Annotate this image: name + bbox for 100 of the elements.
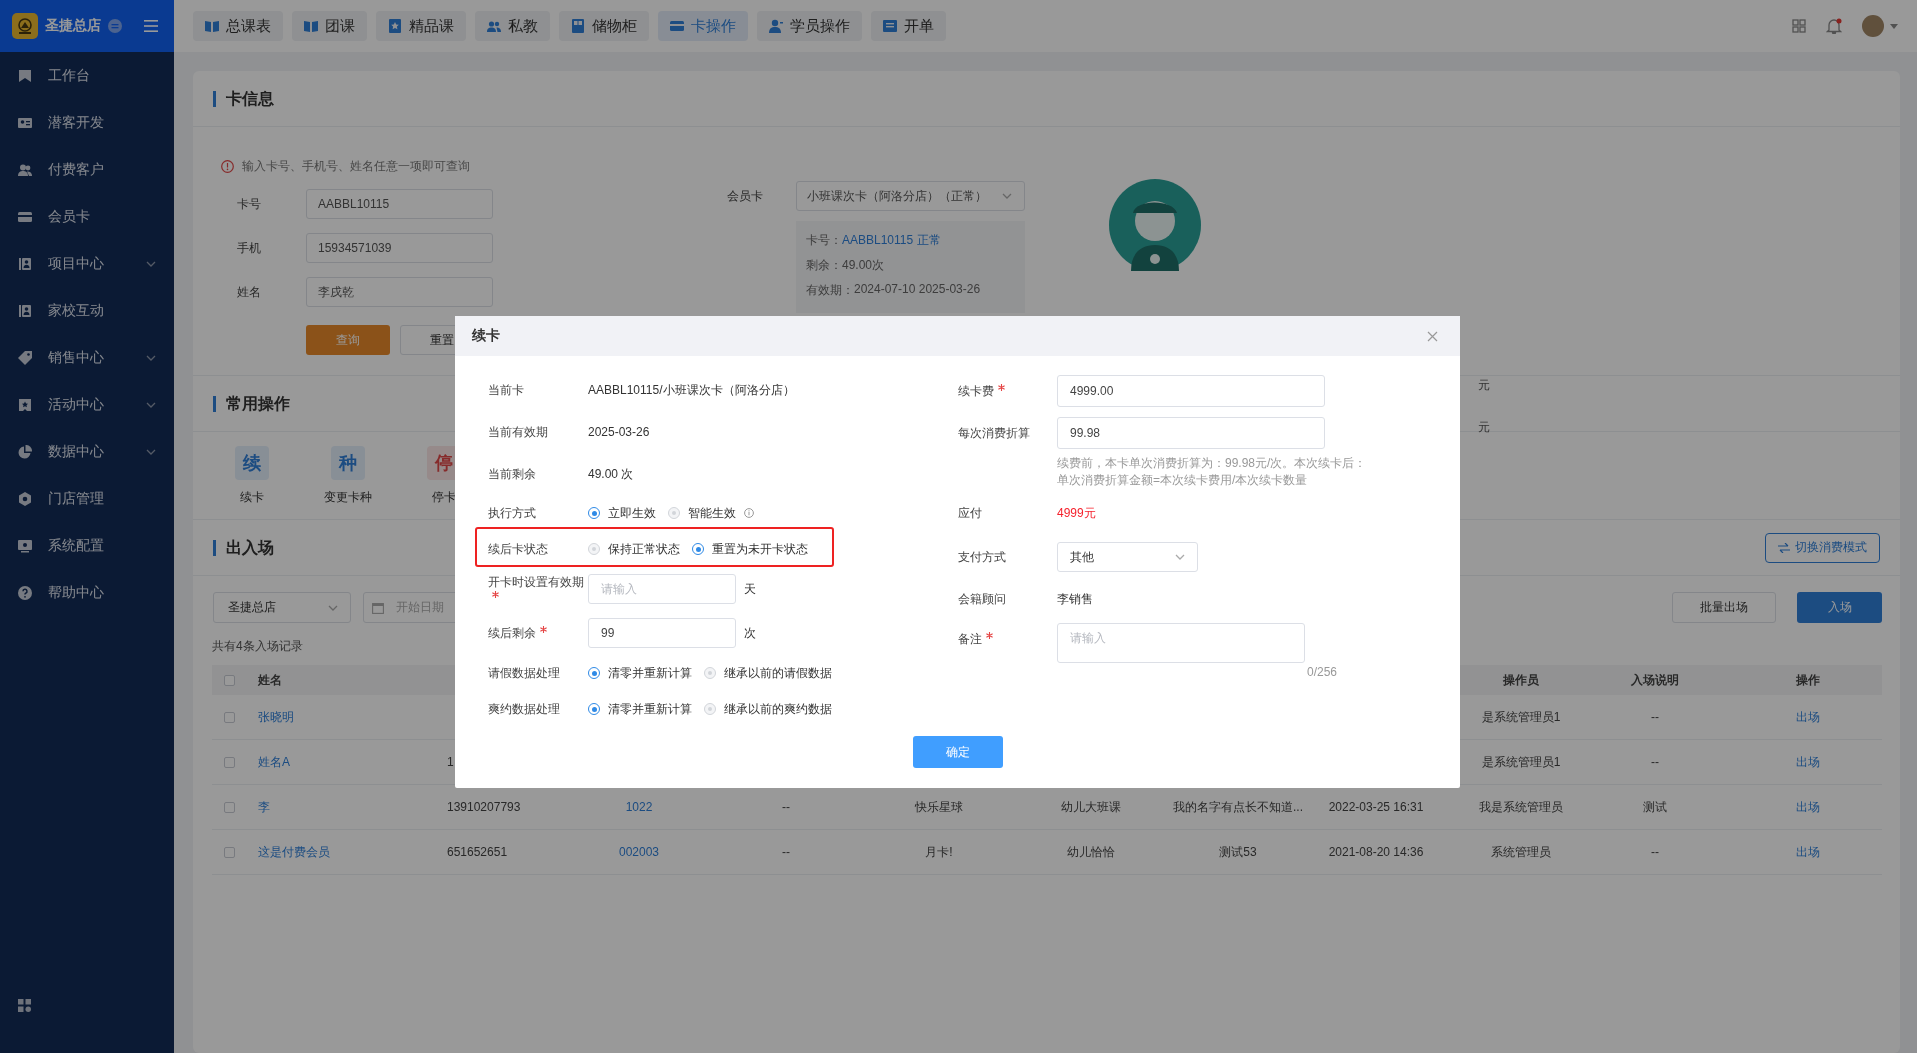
sidebar-item[interactable]: 系统配置 bbox=[0, 522, 174, 569]
unit-label: 元 bbox=[1478, 377, 1490, 394]
table-cell: 我是系统管理员 bbox=[1479, 799, 1563, 814]
sidebar-item[interactable]: 会员卡 bbox=[0, 193, 174, 240]
avatar[interactable] bbox=[1862, 15, 1884, 37]
operation-label[interactable]: 停卡 bbox=[432, 489, 456, 506]
table-link[interactable]: 出场 bbox=[1795, 844, 1820, 859]
field-label: 执行方式 bbox=[488, 505, 536, 520]
calendar-icon bbox=[372, 601, 384, 614]
table-link[interactable]: 这是付费会员 bbox=[258, 844, 330, 859]
section-title: 卡信息 bbox=[213, 90, 274, 107]
menu-icon[interactable] bbox=[144, 20, 158, 32]
checkbox[interactable] bbox=[224, 801, 235, 813]
input-field[interactable]: 请输入 bbox=[588, 574, 736, 604]
sidebar-item[interactable]: 项目中心 bbox=[0, 240, 174, 287]
grid-icon[interactable] bbox=[1792, 19, 1806, 33]
table-link[interactable]: 出场 bbox=[1795, 799, 1820, 814]
table-cell: 1 bbox=[447, 755, 454, 769]
field-label: 开卡时设置有效期 bbox=[488, 574, 584, 589]
sidebar-item[interactable]: 家校互动 bbox=[0, 287, 174, 334]
apps-icon[interactable] bbox=[18, 999, 31, 1012]
checkbox[interactable] bbox=[224, 756, 235, 768]
input-field[interactable]: AABBL10115 bbox=[306, 189, 493, 219]
help-icon bbox=[18, 585, 32, 600]
radio-option[interactable]: 继承以前的爽约数据 bbox=[704, 700, 832, 718]
nav-tab[interactable]: 总课表 bbox=[193, 11, 283, 41]
sidebar-item[interactable]: 销售中心 bbox=[0, 334, 174, 381]
radio-option[interactable]: 清零并重新计算 bbox=[588, 664, 692, 682]
radio-option[interactable]: 清零并重新计算 bbox=[588, 700, 692, 718]
confirm-button[interactable]: 确定 bbox=[912, 736, 1003, 768]
remark-field[interactable]: 请输入 bbox=[1057, 623, 1305, 663]
nav-tab[interactable]: 储物柜 bbox=[559, 11, 649, 41]
sidebar-item[interactable]: 潜客开发 bbox=[0, 99, 174, 146]
checkbox[interactable] bbox=[224, 711, 235, 723]
nav-tab[interactable]: 团课 bbox=[292, 11, 367, 41]
field-label: 卡号 bbox=[236, 195, 262, 213]
operation-label[interactable]: 续卡 bbox=[240, 489, 264, 506]
field-label: 当前卡 bbox=[488, 382, 524, 397]
table-link[interactable]: 出场 bbox=[1795, 754, 1820, 769]
enter-button[interactable]: 入场 bbox=[1797, 592, 1882, 623]
nav-tab[interactable]: 精品课 bbox=[376, 11, 466, 41]
badge-icon bbox=[18, 397, 32, 412]
input-field[interactable]: 99 bbox=[588, 618, 736, 648]
operation-icon[interactable]: 续 bbox=[235, 446, 269, 480]
nav-tab[interactable]: 开单 bbox=[871, 11, 946, 41]
card-status-link[interactable]: AABBL10115 正常 bbox=[842, 232, 941, 249]
sidebar-item[interactable]: 付费客户 bbox=[0, 146, 174, 193]
sidebar-item[interactable]: 帮助中心 bbox=[0, 569, 174, 616]
hint-text: 单次消费折算金额=本次续卡费用/本次续卡数量 bbox=[1057, 472, 1309, 489]
column-header: 操作员 bbox=[1502, 671, 1540, 689]
switch-icon[interactable] bbox=[108, 19, 122, 33]
radio-option[interactable]: 智能生效 bbox=[668, 504, 754, 522]
checkbox[interactable] bbox=[224, 846, 235, 858]
monitor-icon bbox=[18, 538, 32, 553]
radio-option[interactable]: 保持正常状态 bbox=[588, 540, 680, 558]
caret-icon[interactable] bbox=[1890, 23, 1898, 29]
switch-mode-button[interactable]: 切换消费模式 bbox=[1765, 532, 1880, 563]
detail-label: 卡号： bbox=[806, 232, 842, 249]
hexagon-icon bbox=[18, 491, 32, 506]
table-link[interactable]: 李 bbox=[258, 799, 270, 814]
input-field[interactable]: 99.98 bbox=[1057, 417, 1325, 449]
nav-tab[interactable]: 学员操作 bbox=[757, 11, 862, 41]
field-label: 爽约数据处理 bbox=[488, 701, 560, 716]
radio-option[interactable]: 重置为未开卡状态 bbox=[692, 540, 808, 558]
char-counter: 0/256 bbox=[1307, 665, 1338, 679]
table-link[interactable]: 张晓明 bbox=[258, 709, 294, 724]
field-label: 手机 bbox=[236, 239, 262, 257]
table-link[interactable]: 姓名A bbox=[258, 754, 290, 769]
sidebar-item[interactable]: 工作台 bbox=[0, 52, 174, 99]
sidebar-item[interactable]: 活动中心 bbox=[0, 381, 174, 428]
member-card-select[interactable]: 小班课次卡（阿洛分店）（正常） bbox=[796, 181, 1025, 211]
operation-icon[interactable]: 种 bbox=[331, 446, 365, 480]
radio-option[interactable]: 立即生效 bbox=[588, 504, 656, 522]
field-label: 姓名 bbox=[236, 283, 262, 301]
field-label: 会员卡 bbox=[727, 187, 764, 205]
book-icon bbox=[205, 19, 219, 33]
nav-tab[interactable]: 卡操作 bbox=[658, 11, 748, 41]
table-link[interactable]: 002003 bbox=[618, 845, 659, 859]
table-link[interactable]: 出场 bbox=[1795, 709, 1820, 724]
sidebar-item[interactable]: 门店管理 bbox=[0, 475, 174, 522]
nav-tab[interactable]: 私教 bbox=[475, 11, 550, 41]
radio-option[interactable]: 继承以前的请假数据 bbox=[704, 664, 832, 682]
checkbox[interactable] bbox=[224, 674, 235, 686]
sidebar-item[interactable]: 数据中心 bbox=[0, 428, 174, 475]
table-link[interactable]: 1022 bbox=[625, 800, 653, 814]
field-label: 续后剩余 bbox=[488, 625, 536, 640]
operation-label[interactable]: 变更卡种 bbox=[324, 489, 372, 506]
store-select[interactable]: 圣捷总店 bbox=[213, 592, 351, 623]
batch-exit-button[interactable]: 批量出场 bbox=[1672, 592, 1776, 623]
input-field[interactable]: 15934571039 bbox=[306, 233, 493, 263]
table-cell: 13910207793 bbox=[447, 800, 521, 814]
table-cell: -- bbox=[1651, 755, 1659, 769]
input-field[interactable]: 4999.00 bbox=[1057, 375, 1325, 407]
input-field[interactable]: 李戌乾 bbox=[306, 277, 493, 307]
payment-select[interactable]: 其他 bbox=[1057, 542, 1198, 572]
table-cell: 651652651 bbox=[447, 845, 508, 859]
table-cell: 我的名字有点长不知道... bbox=[1173, 799, 1303, 814]
bell-icon[interactable] bbox=[1826, 18, 1842, 34]
close-icon[interactable] bbox=[1427, 330, 1438, 342]
contact-icon bbox=[18, 303, 32, 318]
